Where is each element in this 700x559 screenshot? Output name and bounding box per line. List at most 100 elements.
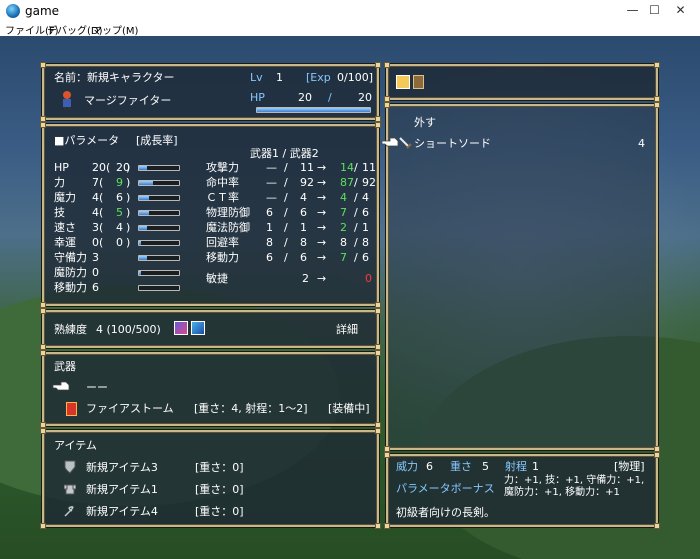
mastery-value: 4 (100/500) [96, 323, 161, 336]
param-value: 4( [92, 191, 104, 204]
param-gauge [138, 255, 180, 261]
equip-item-count: 4 [638, 137, 645, 150]
exp-value: 0/100] [337, 71, 373, 84]
menu-map[interactable]: マップ(M) [92, 22, 138, 37]
skill-icon[interactable] [174, 321, 188, 335]
param-growth-close: ) [126, 236, 131, 249]
bonus-line-2: 魔防力：+1, 移動力：+1 [504, 487, 620, 498]
armor-icon [64, 484, 76, 495]
combat-result: 14 [340, 161, 354, 174]
status-window: 名前：新規キャラクター Lv 1 [Exp 0/100] マージファイター HP… [40, 62, 381, 122]
param-growth: 6 [116, 191, 123, 204]
param-value: 6 [92, 281, 99, 294]
combat-weapon1: — [266, 161, 277, 174]
weapon-column-header: 武器1 / 武器2 [250, 147, 319, 160]
bonus-label: パラメータボーナス [396, 482, 495, 495]
weight-label: 重さ [450, 460, 472, 473]
app-window: game — ☐ ✕ ファイル(F) デバッグ(D) マップ(M) 名前：新規キ… [0, 0, 700, 559]
combat-result2: 1 [362, 221, 369, 234]
combat-weapon2: 92 [300, 176, 314, 189]
combat-weapon2: 1 [300, 221, 307, 234]
combat-arrow: → [317, 251, 327, 264]
equipped-badge: [装備中] [328, 402, 370, 415]
param-header: ■パラメータ [54, 134, 120, 147]
detail-button[interactable]: 詳細 [336, 323, 358, 337]
param-value: 20( [92, 161, 111, 174]
equip-list-window: 外す ショートソード 4 [381, 102, 660, 452]
param-label: 技 [54, 206, 65, 219]
power-label: 威力 [396, 460, 418, 473]
combat-result: 7 [340, 206, 347, 219]
game-screen: 名前：新規キャラクター Lv 1 [Exp 0/100] マージファイター HP… [0, 36, 700, 559]
shield-icon [64, 460, 76, 474]
param-growth: 0 [116, 236, 123, 249]
item-info: [重さ：0] [195, 461, 244, 474]
combat-arrow: → [317, 236, 327, 249]
param-gauge [138, 165, 180, 171]
param-gauge [138, 225, 180, 231]
weapon-item-name[interactable]: ファイアストーム [86, 402, 174, 416]
combat-weapon2: 8 [300, 236, 307, 249]
param-growth-close: ) [126, 161, 131, 174]
combat-slash: / [284, 161, 288, 174]
combat-arrow: → [317, 176, 327, 189]
combat-weapon1: 8 [266, 236, 273, 249]
combat-result: 4 [340, 191, 347, 204]
param-gauge [138, 180, 180, 186]
combat-label: 魔法防御 [206, 221, 250, 234]
combat-result: 8 [340, 236, 347, 249]
close-button[interactable]: ✕ [658, 0, 700, 22]
item-info: [重さ：0] [195, 505, 244, 518]
combat-arrow: → [317, 221, 327, 234]
exp-label: [Exp [306, 71, 331, 84]
app-icon [6, 4, 20, 18]
sword-icon [399, 137, 412, 149]
item-name[interactable]: 新規アイテム1 [86, 483, 158, 497]
param-growth-close: ) [126, 206, 131, 219]
combat-label: 命中率 [206, 176, 239, 189]
param-value: 4( [92, 206, 104, 219]
combat-slash: / [284, 206, 288, 219]
whip-icon [64, 506, 74, 517]
combat-slash: / [354, 161, 358, 174]
param-gauge [138, 285, 180, 291]
param-gauge [138, 195, 180, 201]
weapon-category-icon[interactable] [396, 75, 410, 89]
param-label: 魔防力 [54, 266, 87, 279]
menu-bar: ファイル(F) デバッグ(D) マップ(M) [0, 22, 700, 37]
combat-weapon1: 6 [266, 206, 273, 219]
combat-arrow: → [317, 161, 327, 174]
spellbook-icon [66, 402, 77, 416]
param-gauge [138, 210, 180, 216]
param-label: 力 [54, 176, 65, 189]
param-gauge [138, 240, 180, 246]
combat-slash: / [354, 251, 358, 264]
category-tab-window [384, 62, 660, 102]
combat-slash: / [284, 191, 288, 204]
item-name[interactable]: 新規アイテム4 [86, 505, 158, 519]
remove-equip-option[interactable]: 外す [414, 116, 436, 130]
equip-item-name[interactable]: ショートソード [414, 137, 491, 151]
combat-slash: / [284, 251, 288, 264]
param-gauge [138, 270, 180, 276]
combat-slash: / [354, 206, 358, 219]
hp-max: 20 [358, 91, 372, 104]
combat-weapon2: 6 [300, 251, 307, 264]
hp-label: HP [250, 91, 265, 104]
param-growth-close: ) [126, 221, 131, 234]
item-name[interactable]: 新規アイテム3 [86, 461, 158, 475]
pointer-hand-icon [52, 381, 70, 391]
combat-weapon1: — [266, 191, 277, 204]
item-detail-window: 威力 6 重さ 5 射程 1 [物理] パラメータボーナス 力：+1, 技：+1… [384, 452, 660, 529]
param-growth: 5 [116, 206, 123, 219]
skill-icon[interactable] [191, 321, 205, 335]
param-label: HP [54, 161, 69, 174]
hp-gauge [256, 107, 371, 113]
agility-label: 敏捷 [206, 272, 228, 285]
weapon-empty-slot[interactable]: ーー [86, 381, 108, 395]
param-label: 幸運 [54, 236, 76, 249]
item-category-icon[interactable] [413, 75, 424, 89]
combat-result: 7 [340, 251, 347, 264]
combat-weapon1: 1 [266, 221, 273, 234]
param-label: 魔力 [54, 191, 76, 204]
